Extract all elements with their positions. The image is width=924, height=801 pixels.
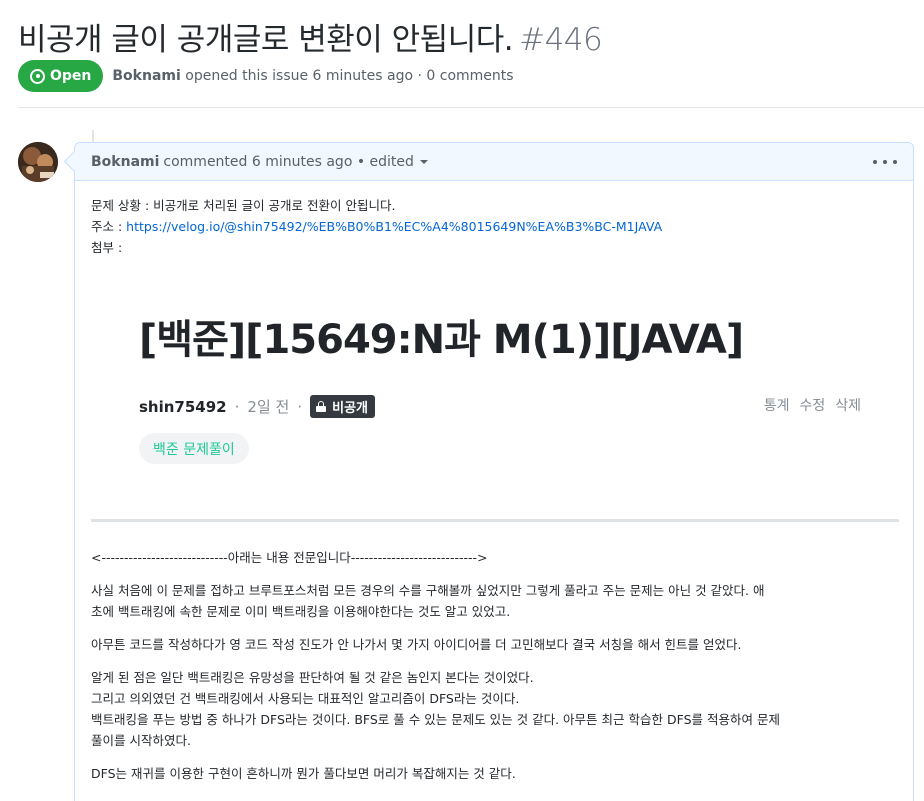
attachment-label: 첨부 : bbox=[91, 240, 123, 255]
avatar[interactable] bbox=[18, 142, 58, 182]
issue-meta: Boknami opened this issue 6 minutes ago … bbox=[112, 68, 513, 84]
meta-separator: · bbox=[234, 397, 240, 416]
post-title: [백준][15649:N과 M(1)][JAVA] bbox=[139, 317, 744, 363]
paragraph-3-line-4: 풀이를 시작하였다. bbox=[91, 733, 191, 748]
post-actions: 통계 수정 삭제 bbox=[764, 395, 861, 415]
address-label: 주소 : bbox=[91, 219, 123, 234]
paragraph-3-line-2: 그리고 의외였던 건 백트래킹에서 사용되는 대표적인 알고리즘이 DFS라는 … bbox=[91, 691, 520, 706]
article-content: <----------------------------아래는 내용 전문입니… bbox=[91, 547, 899, 796]
state-badge: Open bbox=[18, 60, 104, 92]
issue-state-row: Open Boknami opened this issue 6 minutes… bbox=[18, 60, 514, 92]
lock-icon bbox=[316, 401, 327, 412]
issue-author-link[interactable]: Boknami bbox=[112, 68, 180, 84]
paragraph-4: DFS는 재귀를 이용한 구현이 흔하니까 뭔가 풀다보면 머리가 복잡해지는 … bbox=[91, 766, 516, 781]
post-tag: 백준 문제풀이 bbox=[139, 433, 249, 464]
meta-separator: · bbox=[297, 397, 303, 416]
embedded-screenshot: [백준][15649:N과 M(1)][JAVA] shin75492 · 2일… bbox=[91, 273, 899, 523]
paragraph-1-line-1: 사실 처음에 이 문제를 접하고 브루트포스처럼 모든 경우의 수를 구해볼까 … bbox=[91, 583, 765, 598]
header-divider bbox=[18, 107, 924, 108]
delete-action: 삭제 bbox=[835, 398, 861, 414]
post-user: shin75492 bbox=[139, 397, 227, 416]
comment-body: 문제 상황 : 비공개로 처리된 글이 공개로 전환이 안됩니다. 주소 : h… bbox=[91, 195, 899, 258]
comment-author-link[interactable]: Boknami bbox=[91, 154, 159, 170]
paragraph-3-line-3: 백트래킹을 푸는 방법 중 하나가 DFS라는 것이다. BFS로 풀 수 있는… bbox=[91, 712, 780, 727]
address-line: 주소 : https://velog.io/@shin75492/%EB%B0%… bbox=[91, 216, 899, 237]
avatar-image-icon bbox=[18, 142, 58, 182]
paragraph-3-line-1: 알게 된 점은 일단 백트래킹은 유망성을 판단하여 될 것 같은 놈인지 본다… bbox=[91, 670, 534, 685]
issue-title: 비공개 글이 공개글로 변환이 안됩니다. #446 bbox=[18, 14, 603, 59]
address-link[interactable]: https://velog.io/@shin75492/%EB%B0%B1%EC… bbox=[126, 219, 662, 234]
comment-header: Boknami commented 6 minutes ago • edited bbox=[75, 143, 913, 181]
paragraph-3: 알게 된 점은 일단 백트래킹은 유망성을 판단하여 될 것 같은 놈인지 본다… bbox=[91, 667, 899, 751]
paragraph-2: 아무튼 코드를 작성하다가 영 코드 작성 진도가 안 나가서 몇 가지 아이디… bbox=[91, 637, 742, 652]
issue-meta-text: opened this issue 6 minutes ago · 0 comm… bbox=[185, 68, 514, 84]
post-meta: shin75492 · 2일 전 · 비공개 bbox=[139, 395, 375, 418]
content-divider-text: <----------------------------아래는 내용 전문입니… bbox=[91, 550, 488, 565]
paragraph-1: 사실 처음에 이 문제를 접하고 브루트포스처럼 모든 경우의 수를 구해볼까 … bbox=[91, 580, 899, 622]
edit-action: 수정 bbox=[799, 398, 826, 414]
comment-meta: commented 6 minutes ago • edited bbox=[163, 153, 414, 170]
stats-action: 통계 bbox=[763, 398, 790, 414]
private-label: 비공개 bbox=[332, 401, 368, 416]
post-date: 2일 전 bbox=[247, 398, 290, 416]
private-badge: 비공개 bbox=[310, 395, 375, 418]
issue-opened-icon bbox=[30, 68, 45, 84]
issue-number: #446 bbox=[519, 22, 603, 58]
edited-dropdown-icon[interactable] bbox=[419, 159, 428, 164]
comment-box: Boknami commented 6 minutes ago • edited… bbox=[74, 142, 914, 801]
horizontal-rule bbox=[91, 519, 899, 522]
state-label: Open bbox=[50, 68, 92, 84]
paragraph-1-line-2: 초에 백트래킹에 속한 문제로 이미 백트래킹을 이용해야한다는 것도 알고 있… bbox=[91, 604, 511, 619]
kebab-menu-icon[interactable] bbox=[873, 153, 897, 171]
problem-text: 문제 상황 : 비공개로 처리된 글이 공개로 전환이 안됩니다. bbox=[91, 198, 396, 213]
issue-title-text: 비공개 글이 공개글로 변환이 안됩니다. bbox=[18, 22, 514, 58]
